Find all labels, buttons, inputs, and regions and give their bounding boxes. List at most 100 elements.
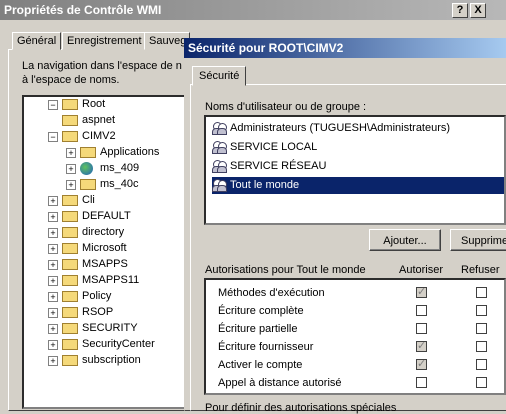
folder-icon bbox=[62, 355, 78, 366]
folder-icon bbox=[62, 291, 78, 302]
tree-node-label: ms_40c bbox=[100, 178, 139, 190]
expand-icon[interactable]: + bbox=[48, 260, 58, 270]
folder-icon bbox=[62, 339, 78, 350]
user-list-item[interactable]: Tout le monde bbox=[212, 177, 504, 194]
allow-checkbox[interactable] bbox=[416, 339, 427, 352]
tree-node-label: SECURITY bbox=[82, 322, 138, 334]
permission-row: Méthodes d'exécution bbox=[218, 285, 504, 302]
deny-checkbox[interactable] bbox=[476, 323, 487, 334]
user-group-icon bbox=[212, 141, 227, 154]
tree-node-label: CIMV2 bbox=[82, 130, 116, 142]
deny-checkbox[interactable] bbox=[476, 341, 487, 352]
namespace-tree[interactable]: − Root aspnet − CIMV2 + Applications + ms_409 + ms… bbox=[22, 95, 187, 409]
permission-name: Écriture complète bbox=[218, 305, 304, 317]
permissions-list: Méthodes d'exécution Écriture complète Écr… bbox=[204, 278, 506, 395]
expand-icon[interactable]: + bbox=[48, 356, 58, 366]
expand-icon[interactable]: + bbox=[66, 148, 76, 158]
expand-icon[interactable]: + bbox=[48, 276, 58, 286]
permission-row: Activer le compte bbox=[218, 357, 504, 374]
globe-icon bbox=[80, 162, 93, 175]
tree-node-label: MSAPPS11 bbox=[82, 274, 140, 286]
permission-name: Appel à distance autorisé bbox=[218, 377, 342, 389]
expand-icon[interactable]: + bbox=[48, 244, 58, 254]
user-name: SERVICE LOCAL bbox=[230, 141, 318, 153]
permission-row: Écriture fournisseur bbox=[218, 339, 504, 356]
expand-icon[interactable]: + bbox=[48, 308, 58, 318]
deny-checkbox[interactable] bbox=[476, 377, 487, 388]
folder-icon bbox=[80, 179, 96, 190]
permission-name: Activer le compte bbox=[218, 359, 303, 371]
expand-icon[interactable]: + bbox=[48, 228, 58, 238]
namespace-navigation-text: La navigation dans l'espace de no à l'es… bbox=[22, 59, 182, 87]
close-button[interactable]: X bbox=[470, 3, 486, 18]
user-list-item[interactable]: Administrateurs (TUGUESH\Administrateurs… bbox=[212, 120, 504, 137]
expand-icon[interactable]: + bbox=[48, 324, 58, 334]
permission-row: Appel à distance autorisé bbox=[218, 375, 504, 392]
allow-checkbox[interactable] bbox=[416, 357, 427, 370]
nav-text-line-2: à l'espace de noms. bbox=[22, 74, 120, 86]
expand-icon[interactable]: + bbox=[48, 212, 58, 222]
expand-icon[interactable]: + bbox=[48, 340, 58, 350]
user-list-item[interactable]: SERVICE LOCAL bbox=[212, 139, 504, 156]
user-group-icon bbox=[212, 160, 227, 173]
folder-icon bbox=[62, 195, 78, 206]
permission-name: Écriture partielle bbox=[218, 323, 298, 335]
users-list[interactable]: Administrateurs (TUGUESH\Administrateurs… bbox=[204, 115, 506, 225]
tab-general[interactable]: Général bbox=[12, 32, 62, 50]
permission-row: Écriture partielle bbox=[218, 321, 504, 338]
folder-icon bbox=[62, 99, 78, 110]
user-name: Tout le monde bbox=[230, 179, 300, 191]
user-group-icon bbox=[212, 179, 227, 192]
deny-checkbox[interactable] bbox=[476, 287, 487, 298]
remove-button[interactable]: Supprimer bbox=[450, 229, 506, 251]
user-group-icon bbox=[212, 122, 227, 135]
tree-node-label: directory bbox=[82, 226, 125, 238]
permission-name: Écriture fournisseur bbox=[218, 341, 314, 353]
tree-node-label: aspnet bbox=[82, 114, 116, 126]
deny-checkbox[interactable] bbox=[476, 305, 487, 316]
nav-text-line-1: La navigation dans l'espace de no bbox=[22, 60, 182, 72]
user-name: SERVICE RÉSEAU bbox=[230, 160, 327, 172]
users-label: Noms d'utilisateur ou de groupe : bbox=[205, 101, 367, 113]
user-name: Administrateurs (TUGUESH\Administrateurs… bbox=[230, 122, 451, 134]
tree-node-label: Root bbox=[82, 98, 106, 110]
tree-node-label: RSOP bbox=[82, 306, 114, 318]
help-button[interactable]: ? bbox=[452, 3, 468, 18]
user-list-item[interactable]: SERVICE RÉSEAU bbox=[212, 158, 504, 175]
folder-icon bbox=[62, 211, 78, 222]
tab-enregistrement[interactable]: Enregistrement bbox=[62, 32, 147, 50]
deny-checkbox[interactable] bbox=[476, 359, 487, 370]
folder-icon bbox=[62, 243, 78, 254]
tree-node-label: SecurityCenter bbox=[82, 338, 155, 350]
permission-row: Écriture complète bbox=[218, 303, 504, 320]
permissions-title: Autorisations pour Tout le monde bbox=[205, 264, 366, 276]
allow-column-header: Autoriser bbox=[399, 264, 444, 276]
tree-node-label: subscription bbox=[82, 354, 141, 366]
expand-icon[interactable]: + bbox=[48, 292, 58, 302]
tree-node-label: ms_409 bbox=[100, 162, 140, 174]
add-button[interactable]: Ajouter... bbox=[369, 229, 441, 251]
allow-checkbox[interactable] bbox=[416, 377, 427, 388]
tree-node-label: Cli bbox=[82, 194, 95, 206]
allow-checkbox[interactable] bbox=[416, 305, 427, 316]
folder-icon bbox=[62, 307, 78, 318]
allow-checkbox[interactable] bbox=[416, 285, 427, 298]
folder-icon bbox=[62, 227, 78, 238]
collapse-icon[interactable]: − bbox=[48, 132, 58, 142]
security-dialog-title: Sécurité pour ROOT\CIMV2 bbox=[188, 41, 344, 55]
expand-icon[interactable]: + bbox=[48, 196, 58, 206]
tree-node-label: Microsoft bbox=[82, 242, 127, 254]
tree-node-label: Policy bbox=[82, 290, 112, 302]
tab-securite[interactable]: Sécurité bbox=[192, 66, 247, 86]
folder-icon bbox=[62, 275, 78, 286]
expand-icon[interactable]: + bbox=[66, 164, 76, 174]
expand-icon[interactable]: + bbox=[66, 180, 76, 190]
tree-node-label: Applications bbox=[100, 146, 160, 158]
folder-icon bbox=[62, 131, 78, 142]
security-dialog-titlebar: Sécurité pour ROOT\CIMV2 bbox=[184, 38, 506, 58]
tree-node-label: DEFAULT bbox=[82, 210, 131, 222]
folder-icon bbox=[80, 147, 96, 158]
allow-checkbox[interactable] bbox=[416, 323, 427, 334]
collapse-icon[interactable]: − bbox=[48, 100, 58, 110]
deny-column-header: Refuser bbox=[461, 264, 500, 276]
